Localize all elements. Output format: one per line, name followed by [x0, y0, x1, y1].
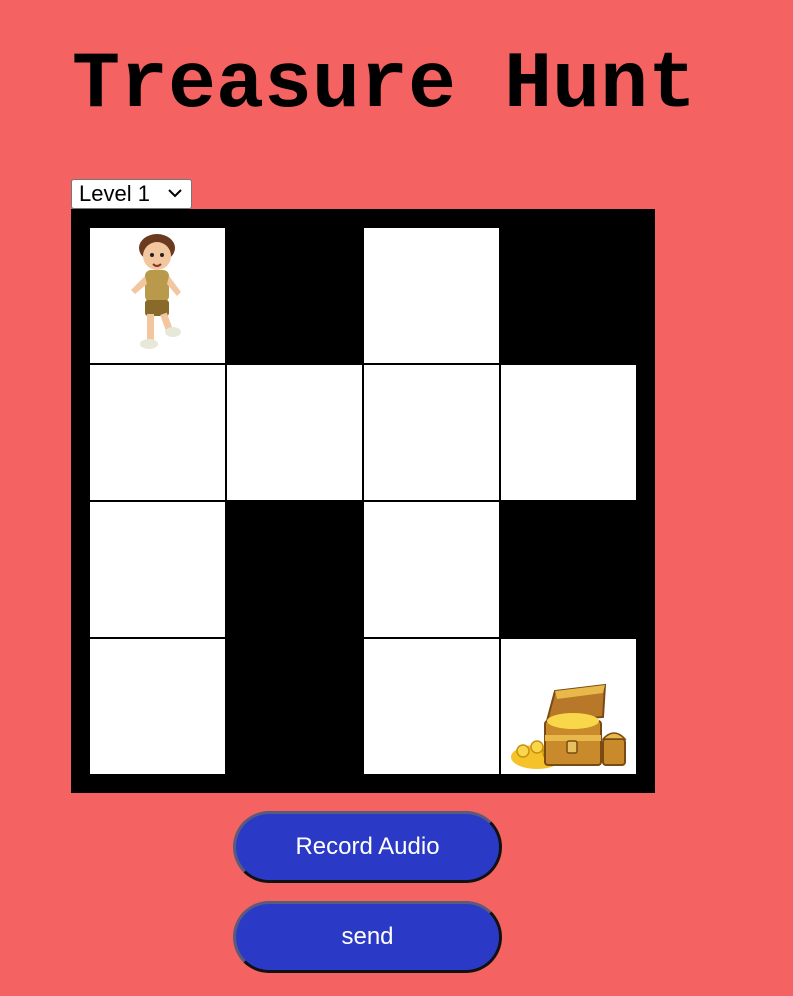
grid-cell-r2-c3-wall — [501, 502, 636, 637]
grid-cell-r1-c1 — [227, 365, 362, 500]
treasure-chest-icon — [511, 683, 627, 769]
grid-cell-r1-c3 — [501, 365, 636, 500]
grid-cell-r2-c0 — [90, 502, 225, 637]
grid-cell-r2-c1-wall — [227, 502, 362, 637]
grid-cell-r3-c2 — [364, 639, 499, 774]
grid-cell-r0-c3-wall — [501, 228, 636, 363]
grid-cell-r0-c1-wall — [227, 228, 362, 363]
grid-cell-r3-c1-wall — [227, 639, 362, 774]
game-board — [71, 209, 655, 793]
explorer-boy-icon — [131, 234, 181, 349]
grid-cell-r2-c2 — [364, 502, 499, 637]
game-title: Treasure Hunt — [72, 40, 697, 131]
grid-cell-r1-c2 — [364, 365, 499, 500]
grid-cell-r1-c0 — [90, 365, 225, 500]
record-audio-button[interactable]: Record Audio — [233, 811, 502, 883]
level-select-value: Level 1 — [79, 181, 150, 206]
send-button[interactable]: send — [233, 901, 502, 973]
grid-cell-r3-c0 — [90, 639, 225, 774]
level-select[interactable]: Level 1 — [71, 179, 192, 209]
chevron-down-icon — [168, 189, 182, 198]
grid-cell-r0-c2 — [364, 228, 499, 363]
